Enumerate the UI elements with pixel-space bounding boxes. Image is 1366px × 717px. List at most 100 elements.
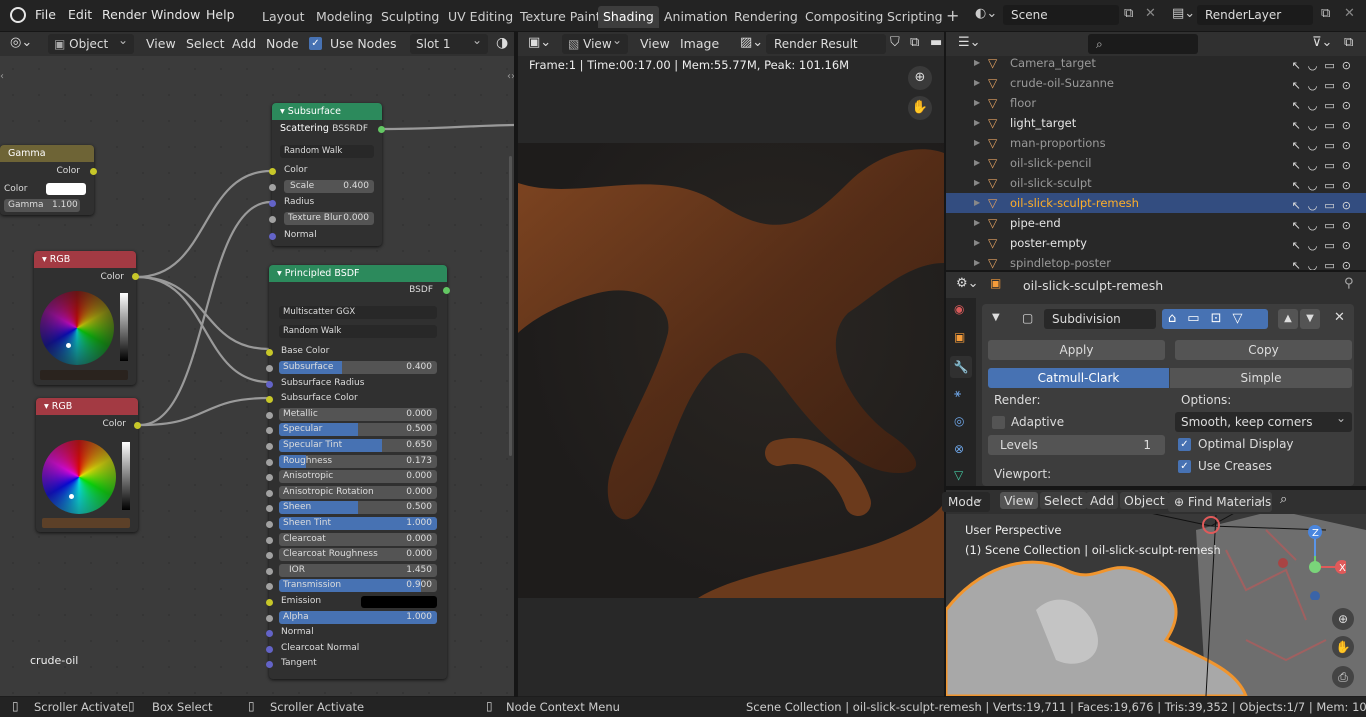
viewport-camera-icon[interactable]: ⎙ xyxy=(1332,666,1354,688)
tab-texture-paint[interactable]: Texture Paint xyxy=(515,6,606,28)
outliner-item[interactable]: ▶ ▽ Camera_target ↖◡▭⊙ xyxy=(946,56,1366,73)
vp-menu-object[interactable]: Object xyxy=(1120,492,1169,509)
image-name-field[interactable]: Render Result xyxy=(766,34,886,54)
optimal-display-checkbox[interactable]: ✓ xyxy=(1178,438,1191,451)
modifier-name-field[interactable]: Subdivision xyxy=(1044,309,1156,329)
cage-icon[interactable]: ▽ xyxy=(1232,311,1253,326)
levels-field[interactable]: Levels 1 xyxy=(988,435,1165,455)
zoom-icon[interactable]: ⊕ xyxy=(908,66,932,90)
pan-hand-icon[interactable]: ✋ xyxy=(908,96,932,120)
outliner-item[interactable]: ▶ ▽ poster-empty ↖◡▭⊙ xyxy=(946,233,1366,253)
bsdf-socket-4[interactable] xyxy=(266,427,273,435)
particles-tab-icon[interactable]: ⚹ xyxy=(954,386,961,401)
subsurface-scattering-node[interactable]: ▾ Subsurface Scattering BSSRDF Random Wa… xyxy=(269,103,385,246)
outliner-item-name[interactable]: spindletop-poster xyxy=(1010,253,1111,270)
camera-target-marker[interactable] xyxy=(1202,516,1220,534)
sss-normal-socket[interactable] xyxy=(269,233,276,240)
image-view-dropdown[interactable]: ▧ View xyxy=(562,30,628,54)
gamma-node[interactable]: Gamma Color Color Gamma 1.100 xyxy=(0,145,97,215)
node-editor[interactable]: ‹ ‹› Gamma Color Color Gamma1.100 ▾ RGB … xyxy=(0,56,514,696)
bsdf-field-11[interactable]: Clearcoat 0.000 xyxy=(279,532,437,546)
render-view[interactable]: Frame:1 | Time:00:17.00 | Mem:55.77M, Pe… xyxy=(518,56,944,696)
divider-vertical-1[interactable] xyxy=(514,32,518,697)
new-layer-icon[interactable]: ⧉ xyxy=(1321,6,1330,21)
expand-arrow-icon[interactable]: ▶ xyxy=(974,193,980,213)
bsdf-socket-2[interactable] xyxy=(266,396,273,404)
node-menu-view[interactable]: View xyxy=(146,36,176,51)
sss-blur-field[interactable]: Texture Blur 0.000 xyxy=(284,212,374,225)
tab-sculpting[interactable]: Sculpting xyxy=(376,6,444,28)
properties-type-icon[interactable]: ⚙⌄ xyxy=(956,276,979,291)
tab-modeling[interactable]: Modeling xyxy=(311,6,378,28)
find-materials-dropdown[interactable]: ⊕ Find Materials xyxy=(1168,488,1272,512)
tab-uv-editing[interactable]: UV Editing xyxy=(443,6,518,28)
bsdf-field-10[interactable]: Sheen Tint 1.000 xyxy=(279,517,437,530)
bsdf-socket-17[interactable] xyxy=(266,630,273,638)
bsdf-socket-3[interactable] xyxy=(266,411,273,419)
sss-output-socket[interactable] xyxy=(378,126,385,133)
node-menu-node[interactable]: Node xyxy=(266,36,299,51)
filter-icon[interactable]: ⊽⌄ xyxy=(1312,35,1332,50)
outliner-item[interactable]: ▶ ▽ light_target ↖◡▭⊙ xyxy=(946,113,1366,133)
expand-arrow-icon[interactable]: ▶ xyxy=(974,213,980,233)
use-nodes-checkbox[interactable]: ✓ xyxy=(309,37,322,50)
bsdf-socket-12[interactable] xyxy=(266,552,273,560)
vp-menu-select[interactable]: Select xyxy=(1040,492,1087,509)
image-menu-image[interactable]: Image xyxy=(680,36,719,51)
rgb-node-1[interactable]: ▾ RGB Color xyxy=(34,251,139,385)
shield-icon[interactable]: ⛉ xyxy=(890,35,900,50)
gamma-output-socket[interactable] xyxy=(90,168,97,175)
editor-type-icon[interactable]: ◎⌄ xyxy=(10,35,32,50)
bsdf-field-8[interactable]: Anisotropic Rotation 0.000 xyxy=(279,485,437,499)
sss-method-dropdown[interactable]: Random Walk xyxy=(280,145,374,158)
modifier-tab-icon[interactable]: 🔧 xyxy=(950,356,972,378)
bsdf-socket-18[interactable] xyxy=(266,645,273,653)
image-browse-icon[interactable]: ▨⌄ xyxy=(740,35,763,50)
expand-arrow-icon[interactable]: ▶ xyxy=(974,133,980,153)
object-mode-dropdown[interactable]: ▣ Object xyxy=(48,30,134,54)
bsdf-socket-1[interactable] xyxy=(266,380,273,388)
constraints-tab-icon[interactable]: ⊗ xyxy=(954,442,964,456)
sss-scale-socket[interactable] xyxy=(269,184,276,191)
rgb1-wheel-cursor[interactable] xyxy=(66,343,71,348)
outliner-item-name[interactable]: Camera_target xyxy=(1010,56,1096,73)
menu-file[interactable]: File xyxy=(35,7,56,22)
bsdf-node-header[interactable]: ▾ Principled BSDF xyxy=(269,265,447,282)
principled-bsdf-node[interactable]: ▾ Principled BSDF BSDF Multiscatter GGX … xyxy=(266,265,450,679)
remove-modifier-icon[interactable]: ✕ xyxy=(1334,310,1345,325)
outliner-item[interactable]: ▶ ▽ oil-slick-sculpt ↖◡▭⊙ xyxy=(946,173,1366,193)
expand-arrow-icon[interactable]: ▶ xyxy=(974,56,980,73)
rgb2-output-socket[interactable] xyxy=(134,422,141,429)
move-down-icon[interactable]: ▼ xyxy=(1300,309,1320,329)
image-menu-view[interactable]: View xyxy=(640,36,670,51)
sss-radius-socket[interactable] xyxy=(269,200,276,207)
expand-arrow-icon[interactable]: ▶ xyxy=(974,93,980,113)
menu-render[interactable]: Render xyxy=(102,7,147,22)
tab-shading[interactable]: Shading xyxy=(598,6,659,28)
bsdf-socket-8[interactable] xyxy=(266,489,273,497)
blender-logo-icon[interactable] xyxy=(10,7,26,23)
bsdf-socket-7[interactable] xyxy=(266,474,273,482)
object-tab-icon[interactable]: ▣ xyxy=(954,330,965,344)
bsdf-output-socket[interactable] xyxy=(443,287,450,294)
outliner-item[interactable]: ▶ ▽ spindletop-poster ↖◡▭⊙ xyxy=(946,253,1366,270)
outliner-type-icon[interactable]: ☰⌄ xyxy=(958,35,981,50)
sss-blur-socket[interactable] xyxy=(269,216,276,223)
editmode-icon[interactable]: ⊡ xyxy=(1211,311,1233,326)
uv-smooth-dropdown[interactable]: Smooth, keep corners xyxy=(1175,408,1352,432)
sss-color-socket[interactable] xyxy=(269,168,276,175)
rgb1-color-wheel[interactable] xyxy=(40,291,114,365)
render-camera-icon[interactable]: ⌂ xyxy=(1168,311,1187,326)
scene-icon[interactable]: ◐⌄ xyxy=(975,6,997,21)
duplicate-icon[interactable]: ⧉ xyxy=(910,35,919,50)
viewport-search-icon[interactable]: ⌕ xyxy=(1280,492,1287,507)
outliner-item[interactable]: ▶ ▽ crude-oil-Suzanne ↖◡▭⊙ xyxy=(946,73,1366,93)
emission-color-swatch[interactable] xyxy=(361,596,437,608)
physics-tab-icon[interactable]: ◎ xyxy=(954,414,964,428)
rgb-node-2-header[interactable]: ▾ RGB xyxy=(36,398,138,415)
bsdf-distribution-dropdown[interactable]: Multiscatter GGX xyxy=(279,306,437,319)
bsdf-socket-10[interactable] xyxy=(266,521,273,528)
outliner-item-name[interactable]: man-proportions xyxy=(1010,133,1106,153)
gamma-value-field[interactable]: Gamma 1.100 xyxy=(4,199,80,212)
apply-button[interactable]: Apply xyxy=(988,340,1165,360)
